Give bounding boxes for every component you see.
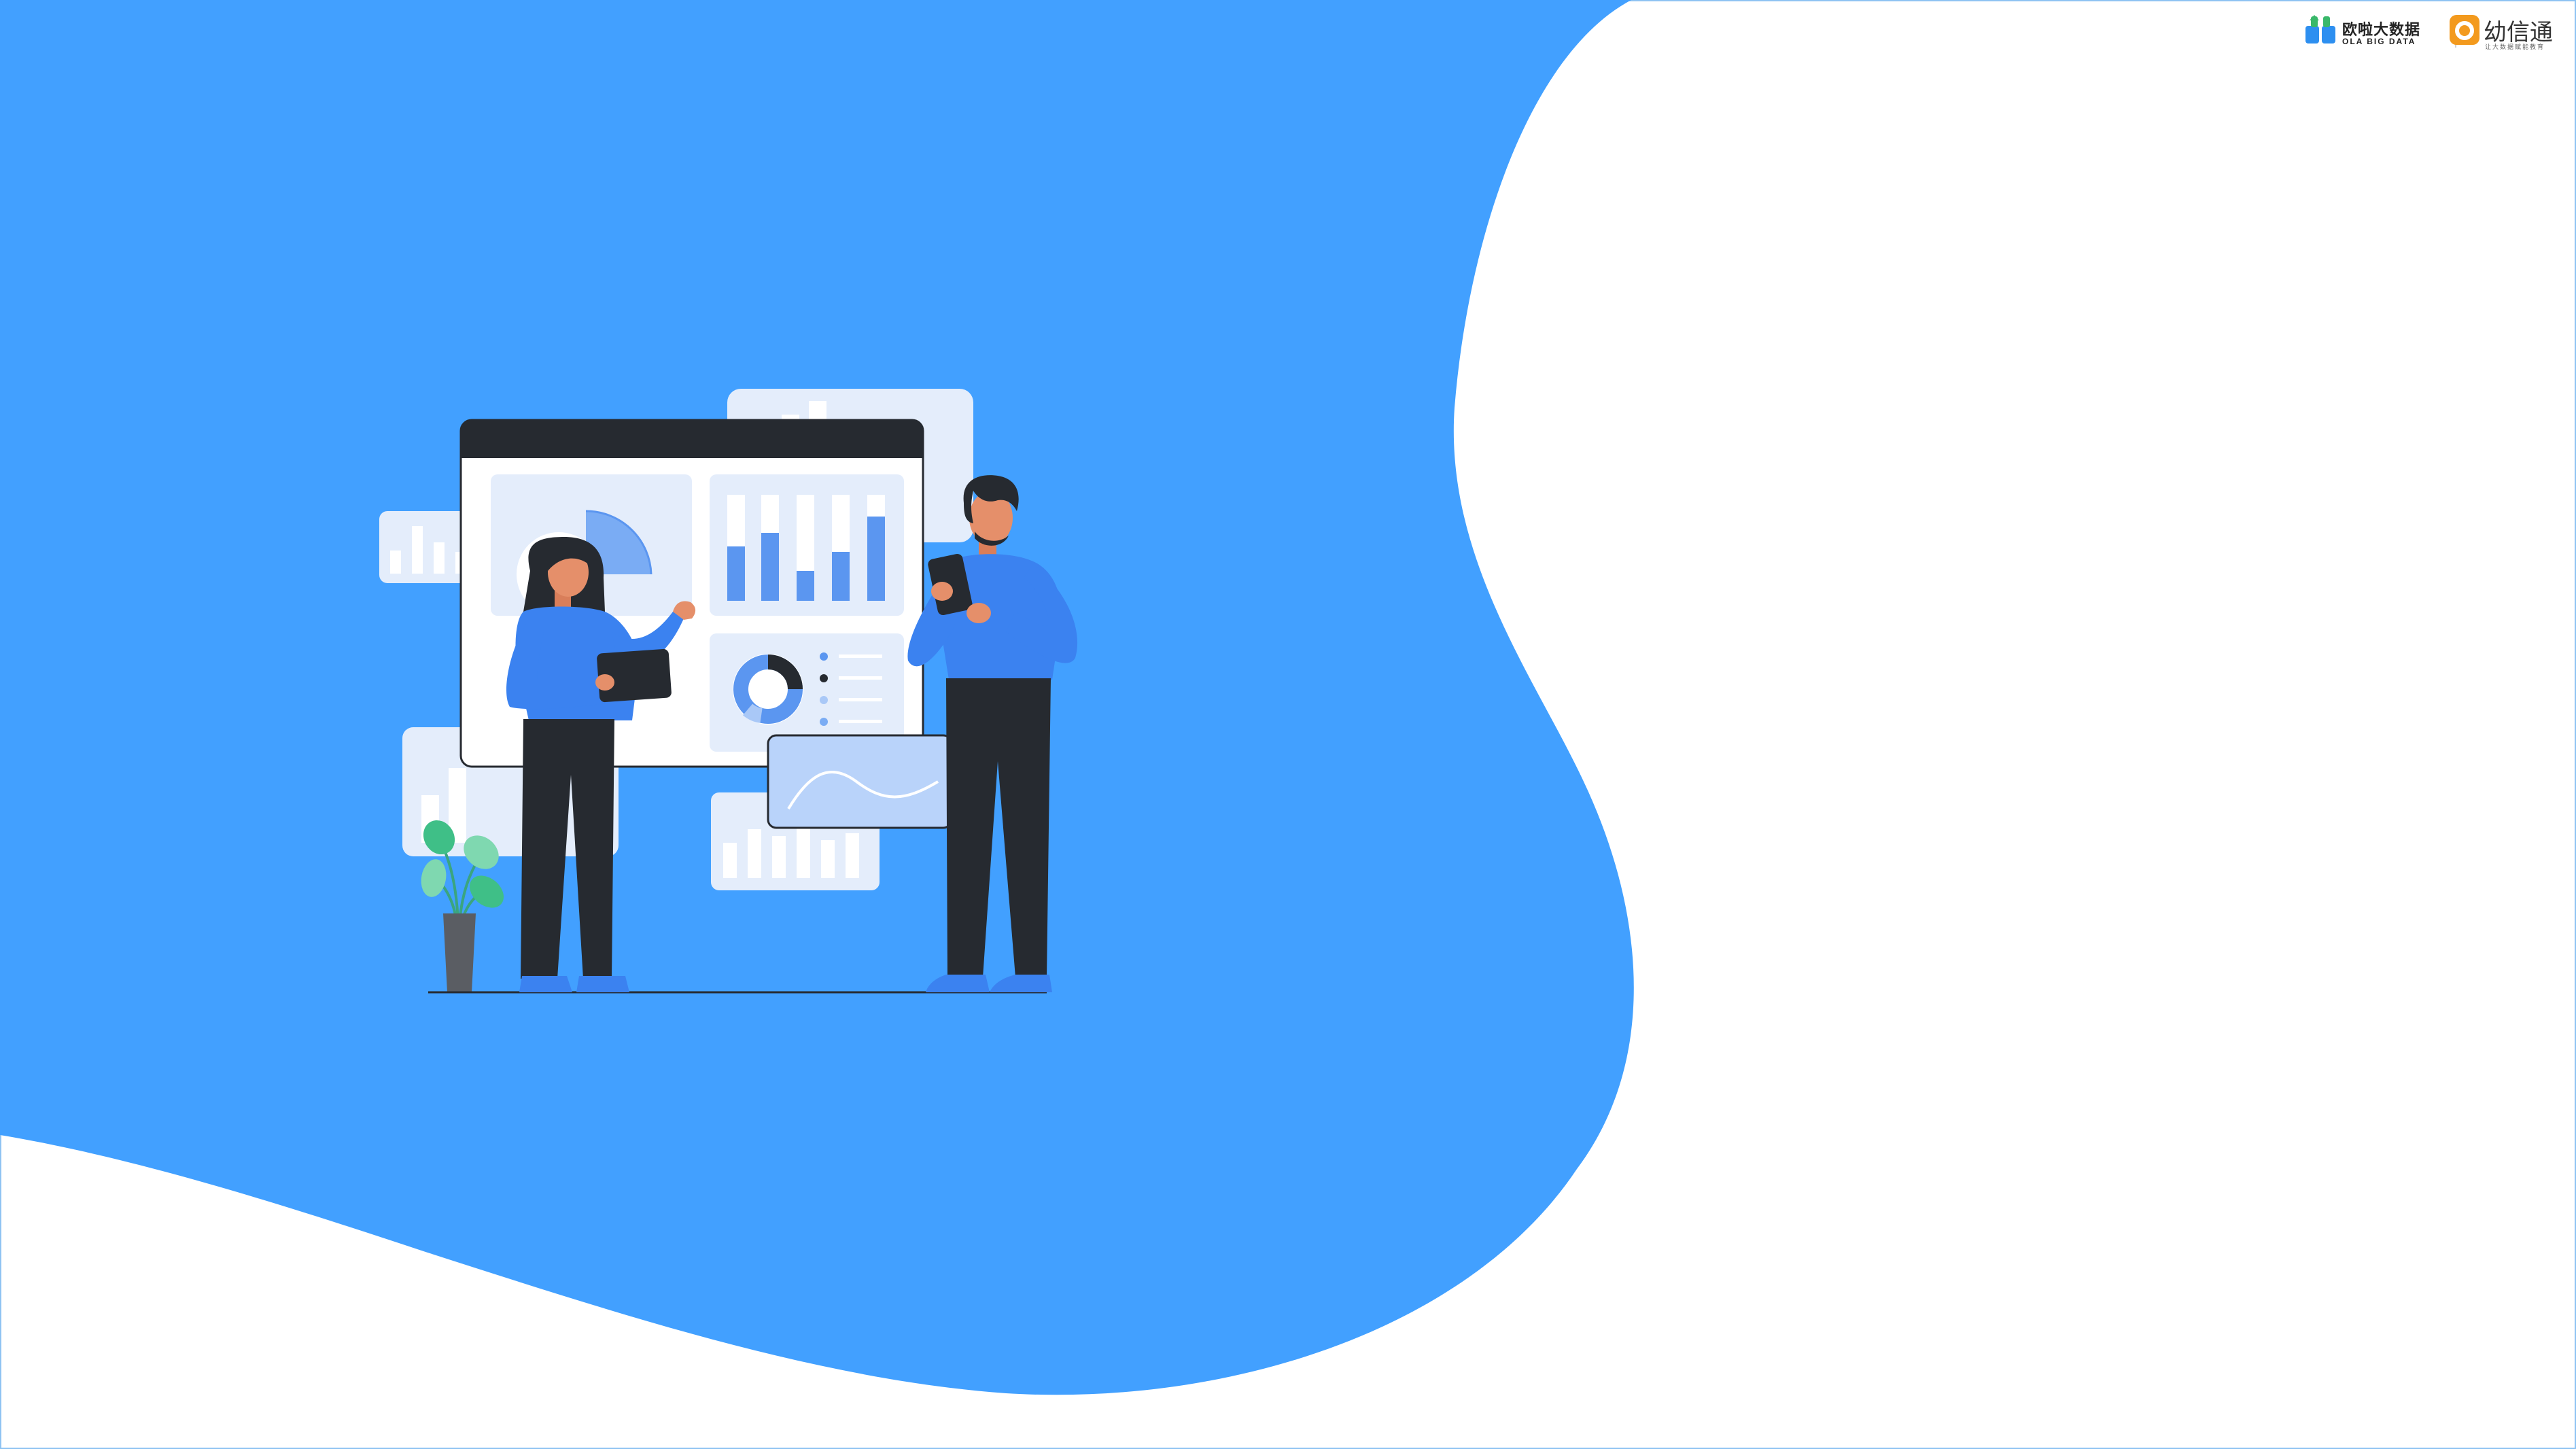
header-logos: 欧啦大数据 OLA BIG DATA 幼信通 让大数据赋能教育 <box>2304 14 2562 64</box>
ola-brand-english: OLA BIG DATA <box>2342 37 2416 46</box>
donut-chart-icon <box>710 633 904 752</box>
dashboard-illustration <box>379 389 1078 994</box>
line-chart-icon <box>767 734 953 829</box>
yxt-brand-tagline: 让大数据赋能教育 <box>2485 44 2545 51</box>
man-figure <box>907 475 1078 992</box>
yxt-logo-icon <box>2450 15 2479 45</box>
ola-logo-icon <box>2305 15 2335 43</box>
bar-chart-panel <box>710 474 904 616</box>
